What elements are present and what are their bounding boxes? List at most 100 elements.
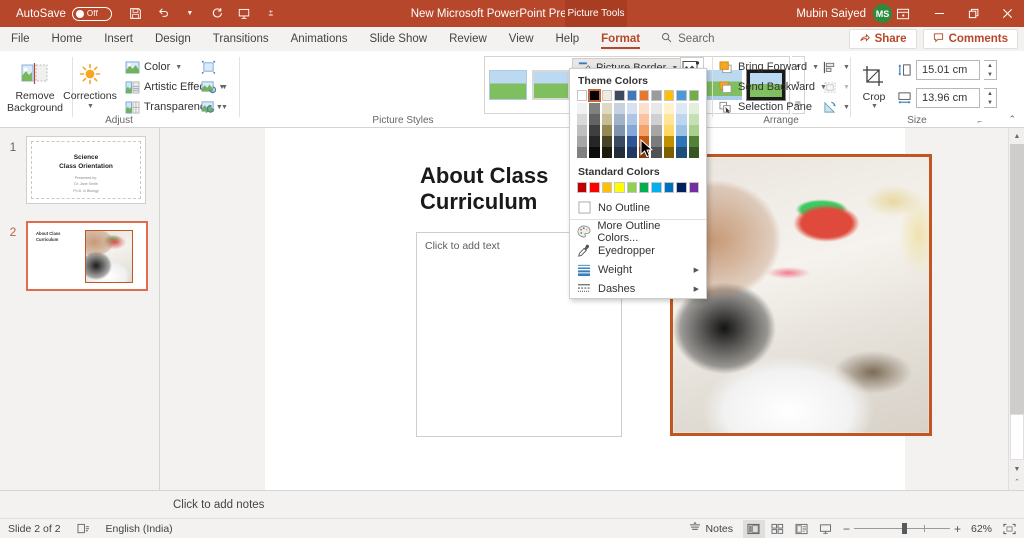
shape-width-control[interactable]: 13.96 cm ▲▼ (896, 87, 997, 109)
theme-color-swatch[interactable] (602, 147, 612, 158)
standard-color-swatch[interactable] (639, 182, 649, 193)
theme-color-swatch[interactable] (602, 125, 612, 136)
theme-color-swatch[interactable] (676, 90, 686, 101)
zoom-handle[interactable] (902, 523, 907, 534)
next-slide-icon[interactable] (1009, 474, 1024, 490)
theme-color-swatch[interactable] (602, 136, 612, 147)
eyedropper-item[interactable]: Eyedropper (570, 241, 706, 260)
change-picture-caret-icon[interactable]: ▼ (221, 84, 228, 91)
standard-color-swatch[interactable] (614, 182, 624, 193)
undo-caret-icon[interactable]: ▼ (182, 6, 198, 22)
ribbon-display-options-icon[interactable] (884, 0, 922, 27)
more-outline-colors-item[interactable]: More Outline Colors... (570, 222, 706, 241)
height-up-icon[interactable]: ▲ (987, 63, 993, 69)
standard-color-swatch[interactable] (577, 182, 587, 193)
theme-color-swatch[interactable] (589, 114, 599, 125)
zoom-track[interactable] (854, 528, 950, 529)
picture-style-thumb[interactable] (489, 70, 527, 100)
tab-insert[interactable]: Insert (93, 27, 144, 51)
theme-color-swatch[interactable] (577, 114, 587, 125)
corrections-button[interactable]: Corrections ▼ (62, 55, 118, 111)
picture-style-thumb[interactable] (532, 70, 570, 100)
theme-color-swatch[interactable] (676, 103, 686, 114)
theme-color-swatch[interactable] (589, 103, 599, 114)
standard-color-swatch[interactable] (689, 182, 699, 193)
redo-icon[interactable] (209, 6, 225, 22)
theme-color-swatch[interactable] (664, 125, 674, 136)
color-caret-icon[interactable]: ▼ (175, 64, 182, 71)
theme-color-swatch[interactable] (664, 147, 674, 158)
theme-color-swatch[interactable] (689, 90, 699, 101)
theme-color-swatch[interactable] (589, 125, 599, 136)
theme-color-swatch[interactable] (689, 125, 699, 136)
theme-color-swatch[interactable] (639, 125, 649, 136)
slide-preview-selected[interactable]: About Class Curriculum (26, 221, 148, 291)
scroll-up-icon[interactable]: ▲ (1009, 128, 1024, 144)
slide-thumbnail-2[interactable]: 2 About Class Curriculum (0, 221, 148, 291)
theme-color-swatch[interactable] (627, 90, 637, 101)
align-button[interactable]: ▼ (822, 57, 850, 77)
view-normal-button[interactable] (743, 520, 765, 538)
change-picture-button[interactable]: ▼ (200, 77, 228, 97)
width-down-icon[interactable]: ▼ (987, 100, 993, 106)
close-button[interactable] (990, 0, 1024, 27)
weight-item[interactable]: Weight ▶ (570, 260, 706, 279)
theme-color-swatch[interactable] (664, 90, 674, 101)
remove-background-button[interactable]: Remove Background (4, 55, 66, 114)
theme-color-swatch[interactable] (627, 147, 637, 158)
slide-thumbnail-panel[interactable]: 1 Science Class Orientation Presented by… (0, 128, 160, 490)
theme-color-swatch[interactable] (589, 136, 599, 147)
selection-pane-button[interactable]: Selection Pane (718, 97, 827, 117)
bring-forward-caret-icon[interactable]: ▼ (812, 64, 819, 71)
collapse-ribbon-icon[interactable]: ⌃ (1008, 114, 1016, 125)
view-slide-sorter-button[interactable] (767, 520, 789, 538)
theme-color-swatch[interactable] (614, 114, 624, 125)
theme-color-swatch[interactable] (602, 103, 612, 114)
rotate-button[interactable]: ▼ (822, 97, 850, 117)
standard-color-swatch[interactable] (651, 182, 661, 193)
fit-to-window-icon[interactable] (998, 520, 1020, 538)
crop-button[interactable]: Crop ▼ (856, 56, 892, 111)
standard-color-swatch[interactable] (589, 182, 599, 193)
theme-color-swatch[interactable] (689, 147, 699, 158)
theme-color-swatch[interactable] (689, 114, 699, 125)
theme-color-swatch[interactable] (689, 103, 699, 114)
notes-pane[interactable]: Click to add notes (161, 490, 1024, 518)
standard-color-swatch[interactable] (664, 182, 674, 193)
theme-color-swatch[interactable] (676, 114, 686, 125)
width-spinner[interactable]: ▲▼ (984, 88, 997, 108)
theme-color-swatch[interactable] (627, 136, 637, 147)
theme-color-swatch[interactable] (577, 125, 587, 136)
picture-border-dropdown[interactable]: Theme Colors Standard Colors No Outline … (569, 68, 707, 299)
tab-transitions[interactable]: Transitions (202, 27, 280, 51)
height-input[interactable]: 15.01 cm (916, 60, 980, 80)
standard-color-swatch[interactable] (676, 182, 686, 193)
tab-animations[interactable]: Animations (280, 27, 359, 51)
theme-color-swatch[interactable] (689, 136, 699, 147)
view-reading-button[interactable] (791, 520, 813, 538)
zoom-out-button[interactable]: − (843, 522, 850, 536)
theme-color-swatch[interactable] (676, 125, 686, 136)
theme-color-swatch[interactable] (614, 90, 624, 101)
theme-color-swatch[interactable] (577, 136, 587, 147)
slide-indicator[interactable]: Slide 2 of 2 (0, 519, 69, 538)
reset-picture-button[interactable]: ▼ (200, 97, 228, 117)
size-dialog-launcher-icon[interactable]: ⌐ (977, 117, 982, 126)
language-indicator[interactable]: English (India) (98, 519, 181, 538)
theme-color-swatch[interactable] (676, 147, 686, 158)
theme-colors-grid[interactable] (570, 90, 706, 162)
tab-format[interactable]: Format (590, 27, 651, 51)
share-button[interactable]: Share (849, 29, 917, 49)
view-slideshow-button[interactable] (815, 520, 837, 538)
theme-color-swatch[interactable] (577, 90, 587, 101)
minimize-button[interactable] (922, 0, 956, 27)
theme-color-swatch[interactable] (627, 125, 637, 136)
theme-color-swatch[interactable] (614, 103, 624, 114)
save-icon[interactable] (128, 6, 144, 22)
tab-slide-show[interactable]: Slide Show (359, 27, 439, 51)
theme-color-swatch[interactable] (577, 103, 587, 114)
theme-color-swatch[interactable] (602, 90, 612, 101)
undo-icon[interactable] (155, 6, 171, 22)
theme-color-swatch[interactable] (664, 103, 674, 114)
search-box[interactable]: Search (661, 32, 714, 46)
